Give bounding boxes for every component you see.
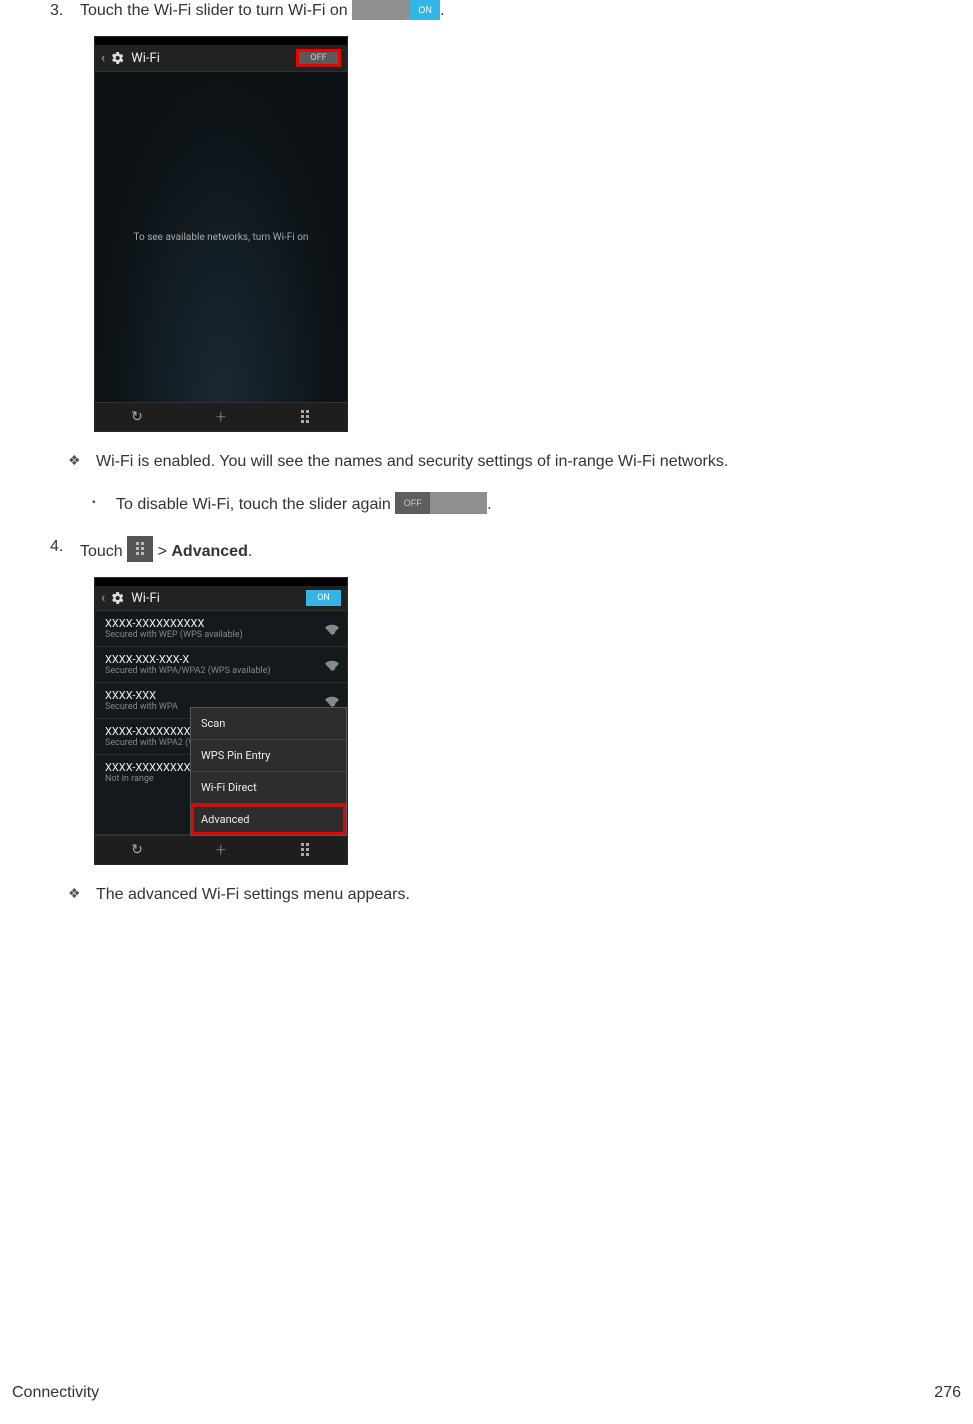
popup-item-wps: WPS Pin Entry — [191, 740, 346, 772]
step-text: Touch > Advanced. — [80, 536, 961, 563]
square-bullet-icon: ▪ — [92, 492, 116, 516]
note-disable-wifi: ▪ To disable Wi-Fi, touch the slider aga… — [92, 492, 961, 516]
status-bar — [95, 37, 347, 45]
screenshot-wifi-advanced: ‹ Wi-Fi ON XXXX-XXXXXXXXXX Secured with … — [94, 577, 348, 865]
popup-item-advanced-highlighted: Advanced — [191, 804, 346, 835]
status-bar — [95, 578, 347, 586]
wifi-toggle-off-icon: OFF — [395, 492, 487, 514]
note-advanced-menu: ❖ The advanced Wi-Fi settings menu appea… — [68, 883, 961, 906]
step-3: 3. Touch the Wi-Fi slider to turn Wi-Fi … — [50, 0, 961, 22]
diamond-bullet-icon: ❖ — [68, 883, 96, 906]
page-footer: Connectivity 276 — [12, 1384, 961, 1402]
title-bar: ‹ Wi-Fi ON — [95, 586, 347, 611]
bottom-bar: ↻ + — [95, 835, 347, 864]
step-number: 4. — [50, 536, 80, 563]
refresh-icon: ↻ — [95, 842, 179, 858]
popup-item-scan: Scan — [191, 708, 346, 740]
gear-icon — [109, 590, 125, 606]
title-text: Wi-Fi — [131, 51, 296, 66]
footer-section: Connectivity — [12, 1384, 99, 1402]
overflow-popup: Scan WPS Pin Entry Wi-Fi Direct Advanced — [190, 707, 347, 836]
popup-item-direct: Wi-Fi Direct — [191, 772, 346, 804]
menu-overflow-icon — [127, 536, 153, 562]
note-wifi-enabled: ❖ Wi-Fi is enabled. You will see the nam… — [68, 450, 961, 473]
refresh-icon: ↻ — [95, 409, 179, 425]
bottom-bar: ↻ + — [95, 402, 347, 431]
gear-icon — [109, 50, 125, 66]
title-text: Wi-Fi — [131, 591, 306, 606]
wifi-lock-icon — [325, 694, 339, 708]
back-icon: ‹ — [101, 50, 105, 66]
wifi-toggle-off-highlighted: OFF — [296, 49, 341, 67]
step-number: 3. — [50, 0, 80, 22]
screenshot-wifi-off: ‹ Wi-Fi OFF To see available networks, t… — [94, 36, 348, 432]
step-4: 4. Touch > Advanced. — [50, 536, 961, 563]
network-item: XXXX-XXXXXXXXXX Secured with WEP (WPS av… — [95, 611, 347, 647]
diamond-bullet-icon: ❖ — [68, 450, 96, 473]
add-icon: + — [179, 840, 263, 861]
wifi-lock-icon — [325, 658, 339, 672]
wifi-toggle-on-icon: ON — [352, 0, 440, 20]
wifi-lock-icon — [325, 622, 339, 636]
add-icon: + — [179, 407, 263, 428]
body-text: To see available networks, turn Wi-Fi on — [134, 232, 309, 243]
wifi-toggle-on: ON — [306, 590, 341, 606]
title-bar: ‹ Wi-Fi OFF — [95, 45, 347, 72]
network-item: XXXX-XXX-XXX-X Secured with WPA/WPA2 (WP… — [95, 647, 347, 683]
back-icon: ‹ — [101, 590, 105, 606]
footer-page-number: 276 — [934, 1384, 961, 1402]
step-text: Touch the Wi-Fi slider to turn Wi-Fi on … — [80, 0, 961, 22]
phone-body: To see available networks, turn Wi-Fi on — [95, 72, 347, 402]
